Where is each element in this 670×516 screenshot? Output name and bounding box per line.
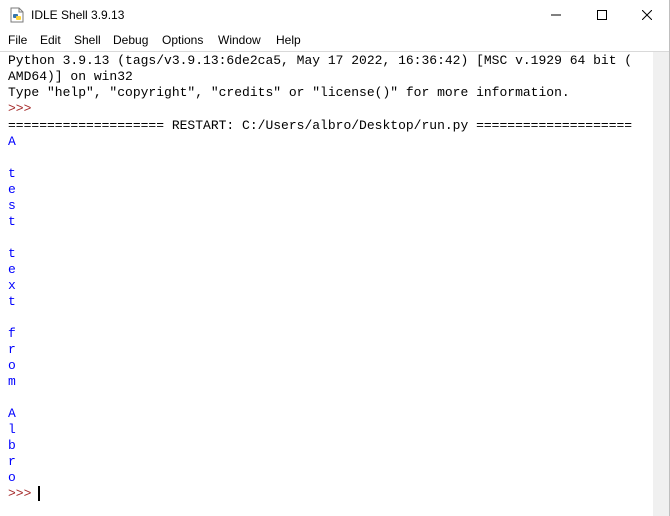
text-cursor — [38, 486, 40, 501]
menu-debug[interactable]: Debug — [113, 33, 148, 47]
output-line: s — [8, 198, 16, 213]
output-line: r — [8, 454, 16, 469]
banner-line-1: Python 3.9.13 (tags/v3.9.13:6de2ca5, May… — [8, 53, 633, 68]
output-line: r — [8, 342, 16, 357]
menu-window[interactable]: Window — [218, 33, 261, 47]
output-line: f — [8, 326, 16, 341]
restart-line: ==================== RESTART: C:/Users/a… — [8, 118, 633, 133]
menu-shell[interactable]: Shell — [74, 33, 101, 47]
banner-line-2: AMD64)] on win32 — [8, 69, 133, 84]
output-line: t — [8, 246, 16, 261]
output-line: A — [8, 134, 16, 149]
final-prompt: >>> — [8, 486, 40, 501]
maximize-icon — [597, 10, 607, 20]
output-line: t — [8, 214, 16, 229]
minimize-button[interactable] — [533, 0, 579, 31]
output-line: l — [8, 422, 16, 437]
menu-edit[interactable]: Edit — [40, 33, 61, 47]
minimize-icon — [551, 14, 561, 16]
menu-file[interactable]: File — [8, 33, 27, 47]
title-bar: IDLE Shell 3.9.13 — [0, 0, 670, 31]
menu-help[interactable]: Help — [276, 33, 301, 47]
window-title: IDLE Shell 3.9.13 — [31, 8, 125, 22]
python-idle-icon — [9, 7, 25, 23]
output-line: x — [8, 278, 16, 293]
close-icon — [642, 10, 652, 20]
output-line: o — [8, 358, 16, 373]
output-line: b — [8, 438, 16, 453]
shell-prompt: >>> — [8, 101, 32, 116]
shell-text-area[interactable]: Python 3.9.13 (tags/v3.9.13:6de2ca5, May… — [0, 52, 653, 516]
output-line: e — [8, 262, 16, 277]
banner-line-3: Type "help", "copyright", "credits" or "… — [8, 85, 570, 100]
output-line: t — [8, 166, 16, 181]
output-line: A — [8, 406, 16, 421]
menu-bar: File Edit Shell Debug Options Window Hel… — [0, 31, 670, 51]
menu-options[interactable]: Options — [162, 33, 203, 47]
maximize-button[interactable] — [579, 0, 625, 31]
vertical-scrollbar[interactable] — [653, 52, 670, 516]
close-button[interactable] — [624, 0, 670, 31]
output-line: e — [8, 182, 16, 197]
output-line: t — [8, 294, 16, 309]
output-line: o — [8, 470, 16, 485]
output-line: m — [8, 374, 16, 389]
